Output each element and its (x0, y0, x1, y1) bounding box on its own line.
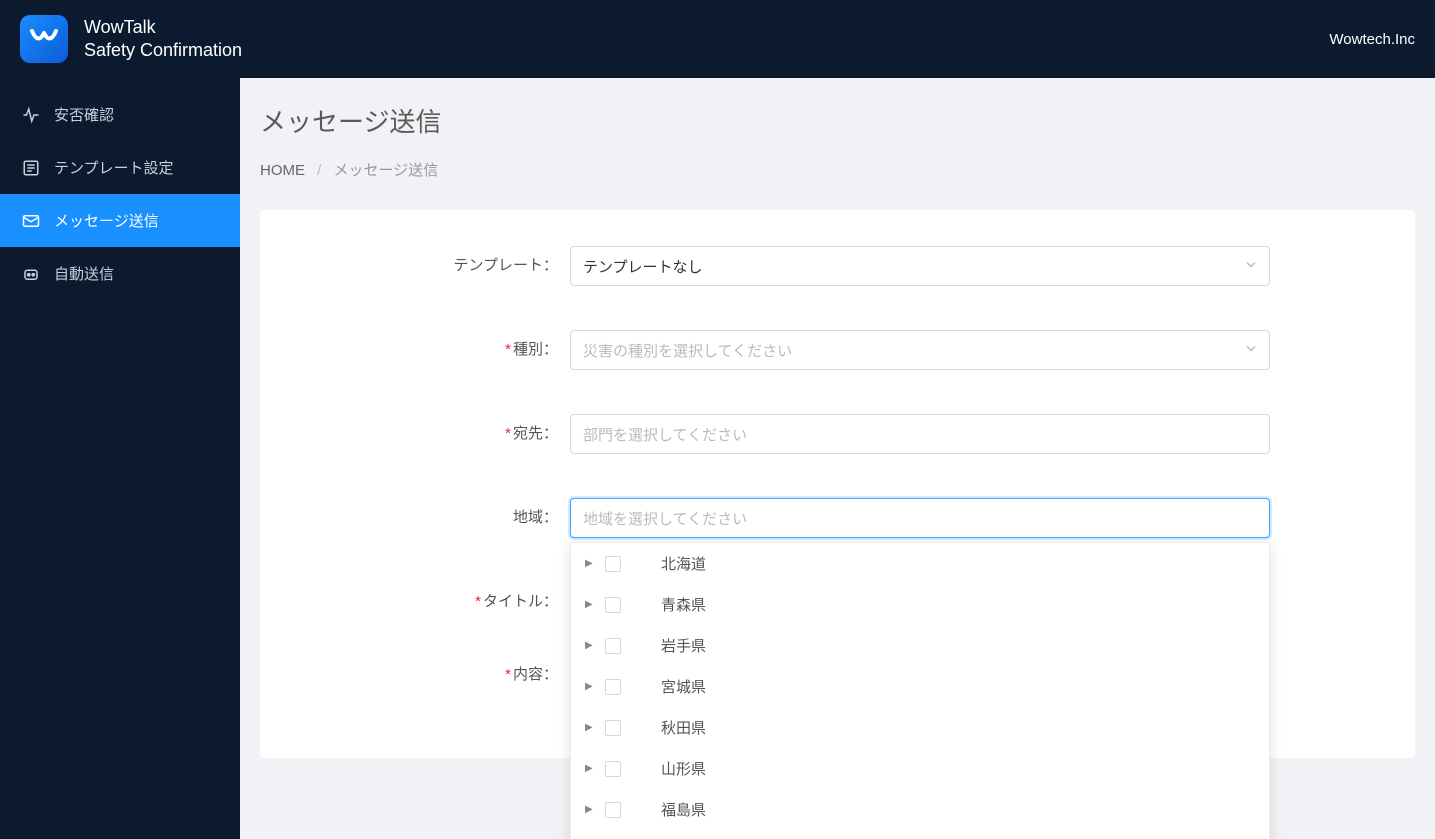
dest-label: *宛先： (290, 414, 570, 443)
mail-icon (22, 212, 40, 230)
company-name: Wowtech.Inc (1329, 31, 1415, 48)
template-select[interactable]: テンプレートなし (570, 246, 1270, 286)
breadcrumb-home[interactable]: HOME (260, 162, 305, 179)
logo-icon (28, 23, 60, 55)
sidebar-item-3[interactable]: 自動送信 (0, 247, 240, 300)
caret-right-icon[interactable]: ▶ (585, 599, 595, 610)
region-option[interactable]: ▶ 秋田県 (571, 707, 1269, 748)
region-checkbox[interactable] (605, 802, 621, 818)
region-option-label: 北海道 (661, 553, 706, 574)
caret-right-icon[interactable]: ▶ (585, 763, 595, 774)
region-checkbox[interactable] (605, 679, 621, 695)
sidebar: 安否確認テンプレート設定メッセージ送信自動送信 (0, 78, 240, 839)
dest-select[interactable]: 部門を選択してください (570, 414, 1270, 454)
sidebar-item-2[interactable]: メッセージ送信 (0, 194, 240, 247)
breadcrumb-current: メッセージ送信 (334, 162, 439, 179)
template-value: テンプレートなし (583, 256, 703, 277)
region-option[interactable]: ▶ 岩手県 (571, 625, 1269, 666)
caret-right-icon[interactable]: ▶ (585, 640, 595, 651)
sidebar-item-1[interactable]: テンプレート設定 (0, 141, 240, 194)
region-option-label: 宮城県 (661, 676, 706, 697)
region-checkbox[interactable] (605, 556, 621, 572)
region-checkbox[interactable] (605, 720, 621, 736)
form-card: テンプレート： テンプレートなし *種別： 災害 (260, 210, 1415, 758)
region-checkbox[interactable] (605, 597, 621, 613)
template-icon (22, 159, 40, 177)
chevron-down-icon (1245, 258, 1257, 275)
sidebar-item-label: メッセージ送信 (54, 210, 159, 231)
region-option-label: 福島県 (661, 799, 706, 820)
region-option-label: 山形県 (661, 758, 706, 779)
region-option[interactable]: ▶ 北海道 (571, 543, 1269, 584)
heartbeat-icon (22, 106, 40, 124)
caret-right-icon[interactable]: ▶ (585, 722, 595, 733)
app-title-2: Safety Confirmation (84, 39, 242, 62)
region-placeholder: 地域を選択してください (583, 508, 747, 529)
app-logo (20, 15, 68, 63)
sidebar-item-label: 安否確認 (54, 104, 114, 125)
region-option-label: 秋田県 (661, 717, 706, 738)
region-option[interactable]: ▶ 山形県 (571, 748, 1269, 789)
dest-placeholder: 部門を選択してください (583, 424, 747, 445)
region-option[interactable]: ▶ 青森県 (571, 584, 1269, 625)
region-select[interactable]: 地域を選択してください (570, 498, 1270, 538)
main-content: メッセージ送信 HOME / メッセージ送信 テンプレート： テンプレートなし (240, 78, 1435, 839)
app-header: WowTalk Safety Confirmation Wowtech.Inc (0, 0, 1435, 78)
caret-right-icon[interactable]: ▶ (585, 681, 595, 692)
region-option[interactable]: ▶茨城県 (571, 830, 1269, 839)
region-dropdown[interactable]: ▶ 北海道 ▶ 青森県 ▶ 岩手県 ▶ 宮城県 ▶ 秋田県 ▶ 山形県 ▶ 福島県 ▶茨城県 (570, 542, 1270, 839)
region-checkbox[interactable] (605, 761, 621, 777)
caret-right-icon[interactable]: ▶ (585, 558, 595, 569)
region-checkbox[interactable] (605, 638, 621, 654)
type-placeholder: 災害の種別を選択してください (583, 340, 792, 361)
breadcrumb-separator: / (317, 162, 321, 179)
region-option[interactable]: ▶ 宮城県 (571, 666, 1269, 707)
type-label: *種別： (290, 330, 570, 359)
page-title: メッセージ送信 (260, 102, 1405, 139)
region-option[interactable]: ▶ 福島県 (571, 789, 1269, 830)
robot-icon (22, 265, 40, 283)
sidebar-item-0[interactable]: 安否確認 (0, 88, 240, 141)
sidebar-item-label: 自動送信 (54, 263, 114, 284)
app-title-1: WowTalk (84, 16, 242, 39)
region-label: 地域： (290, 498, 570, 527)
region-option-label: 岩手県 (661, 635, 706, 656)
content-label: *内容： (290, 655, 570, 684)
breadcrumb: HOME / メッセージ送信 (260, 159, 1405, 180)
title-label: *タイトル： (290, 582, 570, 611)
template-label: テンプレート： (290, 246, 570, 275)
type-select[interactable]: 災害の種別を選択してください (570, 330, 1270, 370)
sidebar-item-label: テンプレート設定 (54, 157, 174, 178)
caret-right-icon[interactable]: ▶ (585, 804, 595, 815)
region-option-label: 青森県 (661, 594, 706, 615)
chevron-down-icon (1245, 342, 1257, 359)
